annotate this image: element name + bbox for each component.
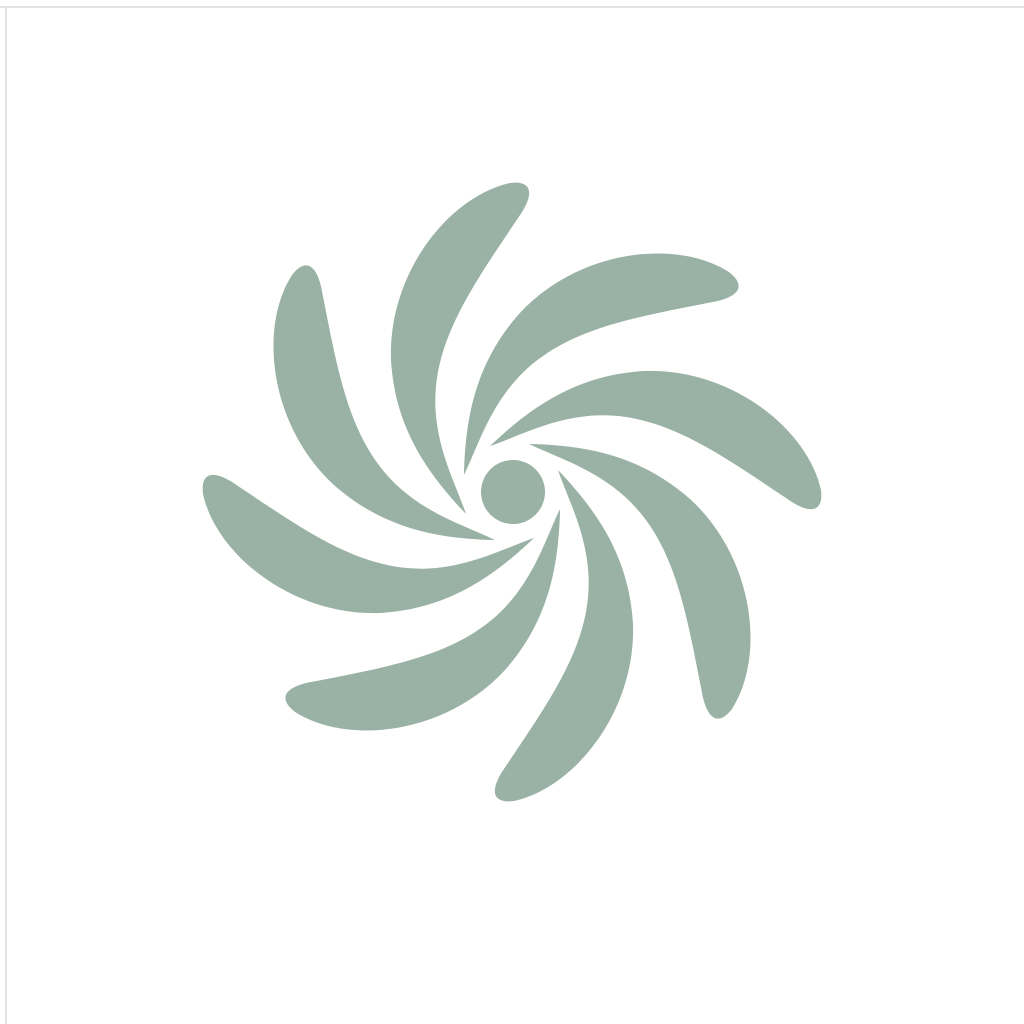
image-canvas xyxy=(0,0,1024,1024)
center-dot xyxy=(481,460,545,524)
pinwheel-swirl-icon xyxy=(202,182,822,802)
swirl-group xyxy=(202,182,822,802)
